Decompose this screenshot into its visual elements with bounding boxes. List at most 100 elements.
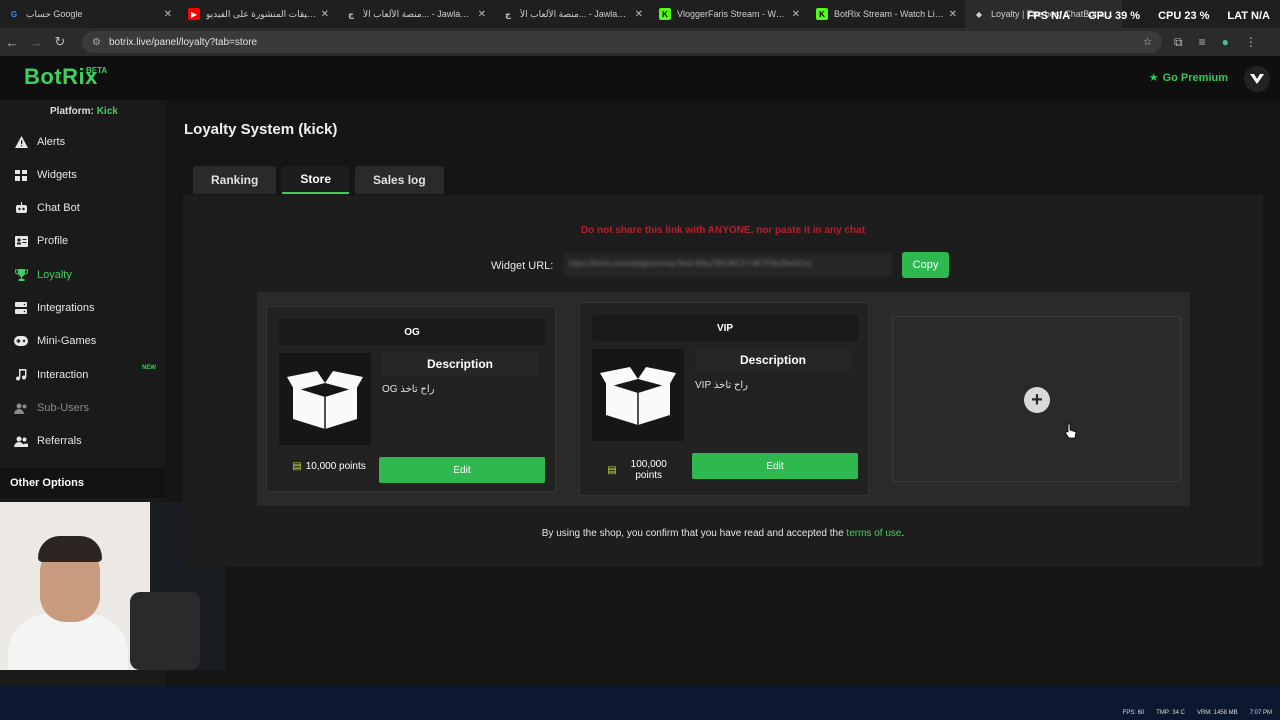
- other-options-header[interactable]: Other Options: [0, 468, 166, 498]
- user-group-icon: [14, 434, 28, 448]
- browser-tab[interactable]: K VloggerFaris Stream - Watch Li... ✕: [651, 0, 808, 28]
- gpu-stat: GPU 39 %: [1088, 10, 1141, 22]
- copy-button[interactable]: Copy: [902, 252, 949, 278]
- sidebar-item-interaction[interactable]: Interaction NEW: [0, 361, 166, 389]
- tab-ranking[interactable]: Ranking: [193, 166, 277, 194]
- coins-icon: ▤: [607, 464, 617, 476]
- sidebar-item-label: Alerts: [37, 136, 66, 148]
- go-premium-label: Go Premium: [1162, 71, 1228, 84]
- widget-url-field[interactable]: https://botrix.live/widgets/shop?bid=Wkq…: [563, 253, 893, 277]
- sidebar-item-alerts[interactable]: Alerts: [0, 128, 166, 156]
- media-icon[interactable]: ≡: [1199, 35, 1206, 50]
- sidebar-item-loyalty[interactable]: Loyalty: [0, 261, 166, 289]
- server-icon: [14, 301, 28, 315]
- sidebar-item-label: Interaction: [37, 369, 89, 381]
- close-icon[interactable]: ✕: [478, 9, 486, 20]
- store-items-area: OG Description راح تاخذ OG ▤ 10,000 poin…: [257, 292, 1190, 506]
- sidebar-item-label: Sub-Users: [37, 402, 89, 414]
- close-icon[interactable]: ✕: [321, 9, 329, 20]
- tab-label: منصة الألعاب الأ... - Jawlah | جولة: [520, 8, 631, 19]
- site-info-icon[interactable]: ⚙: [92, 37, 101, 48]
- music-icon: [14, 368, 28, 382]
- item-description: راح تاخذ OG: [382, 384, 435, 395]
- item-image: [279, 353, 371, 445]
- box-icon: [600, 367, 676, 425]
- webcam-chair: [130, 592, 200, 670]
- performance-overlay: FPS N/A GPU 39 % CPU 23 % LAT N/A: [1027, 10, 1270, 22]
- close-icon[interactable]: ✕: [635, 9, 643, 20]
- item-description: راح تاخذ VIP: [695, 380, 749, 391]
- extensions-icon[interactable]: ⧉: [1174, 35, 1183, 50]
- new-badge: NEW: [142, 365, 156, 371]
- browser-tab[interactable]: K BotRix Stream - Watch Live on... ✕: [808, 0, 965, 28]
- sidebar-item-label: Chat Bot: [37, 202, 80, 214]
- jawlah-icon: ج: [505, 9, 511, 19]
- edit-item-button[interactable]: Edit: [379, 457, 545, 483]
- browser-tab[interactable]: G حساب Google ✕: [0, 0, 180, 28]
- bookmark-star-icon[interactable]: ☆: [1143, 37, 1152, 48]
- robot-icon: [14, 201, 28, 215]
- warning-icon: [14, 135, 28, 149]
- item-price: ▤ 10,000 points: [279, 461, 379, 472]
- sidebar-item-widgets[interactable]: Widgets: [0, 161, 166, 189]
- avatar[interactable]: [1244, 66, 1270, 92]
- webcam-person-body: [8, 614, 128, 670]
- profile-icon[interactable]: ●: [1222, 35, 1229, 50]
- taskbar-fps: FPS: 60: [1122, 710, 1145, 716]
- store-panel: Do not share this link with ANYONE, nor …: [183, 195, 1263, 567]
- sidebar-item-integrations[interactable]: Integrations: [0, 294, 166, 322]
- taskbar-temp: TMP: 34 C: [1156, 710, 1185, 716]
- sidebar-item-label: Loyalty: [37, 269, 72, 281]
- item-points: 10,000 points: [305, 461, 366, 472]
- mouse-cursor-icon: [1065, 423, 1077, 439]
- sidebar-item-mini-games[interactable]: Mini-Games: [0, 327, 166, 355]
- webcam-person-hair: [38, 536, 102, 562]
- security-warning: Do not share this link with ANYONE, nor …: [580, 225, 866, 236]
- item-description-header: Description: [695, 349, 851, 371]
- star-icon: ★: [1148, 72, 1159, 84]
- back-icon[interactable]: ←: [0, 35, 24, 50]
- plus-icon[interactable]: +: [1024, 387, 1050, 413]
- sidebar-item-sub-users[interactable]: Sub-Users: [0, 394, 166, 422]
- item-title: OG: [279, 319, 545, 345]
- tab-label: BotRix Stream - Watch Live on...: [834, 9, 945, 19]
- browser-tab[interactable]: ج منصة الألعاب الأ... - Jawlah | جولة ✕: [494, 0, 651, 28]
- item-image: [592, 349, 684, 441]
- browser-tab[interactable]: ج منصة الألعاب الأ... - Jawlah | جولة ✕: [337, 0, 494, 28]
- tab-label: منصة الألعاب الأ... - Jawlah | جولة: [363, 8, 474, 19]
- forward-icon[interactable]: →: [24, 35, 48, 50]
- platform-indicator: Platform: Kick: [50, 106, 118, 117]
- go-premium-button[interactable]: ★ Go Premium: [1148, 71, 1228, 85]
- beta-badge: BETA: [86, 66, 108, 75]
- sidebar-item-label: Referrals: [37, 435, 82, 447]
- store-item-card: OG Description راح تاخذ OG ▤ 10,000 poin…: [266, 306, 556, 492]
- tab-sales-log[interactable]: Sales log: [355, 166, 444, 194]
- sidebar-item-chat-bot[interactable]: Chat Bot: [0, 194, 166, 222]
- taskbar-clock: 7:07 PM: [1249, 710, 1272, 716]
- sidebar-item-referrals[interactable]: Referrals: [0, 427, 166, 455]
- gamepad-icon: [14, 334, 28, 348]
- coins-icon: ▤: [292, 461, 302, 472]
- item-title: VIP: [592, 315, 858, 341]
- terms-text: By using the shop, you confirm that you …: [541, 528, 844, 539]
- youtube-icon: ▶: [188, 8, 200, 20]
- close-icon[interactable]: ✕: [792, 9, 800, 20]
- browser-tab[interactable]: ▶ التعليقات المنشورة على الفيديو ✕: [180, 0, 337, 28]
- sidebar-item-profile[interactable]: Profile: [0, 227, 166, 255]
- close-icon[interactable]: ✕: [949, 9, 957, 20]
- menu-icon[interactable]: ⋮: [1245, 35, 1257, 50]
- app-header: BotRix BETA ★ Go Premium: [0, 56, 1280, 100]
- sidebar-item-label: Integrations: [37, 302, 95, 314]
- edit-item-button[interactable]: Edit: [692, 453, 858, 479]
- close-icon[interactable]: ✕: [164, 9, 172, 20]
- url-field[interactable]: ⚙ botrix.live/panel/loyalty?tab=store ☆: [82, 31, 1162, 53]
- widget-url-label: Widget URL:: [491, 260, 554, 272]
- add-item-card[interactable]: +: [892, 316, 1181, 482]
- tab-store[interactable]: Store: [282, 166, 350, 194]
- terms-link[interactable]: terms of use: [846, 528, 901, 539]
- lat-stat: LAT N/A: [1227, 10, 1270, 22]
- store-tabs: Ranking Store Sales log: [193, 166, 444, 194]
- tab-label: حساب Google: [26, 8, 83, 19]
- reload-icon[interactable]: ↻: [48, 34, 72, 50]
- trophy-icon: [14, 268, 28, 282]
